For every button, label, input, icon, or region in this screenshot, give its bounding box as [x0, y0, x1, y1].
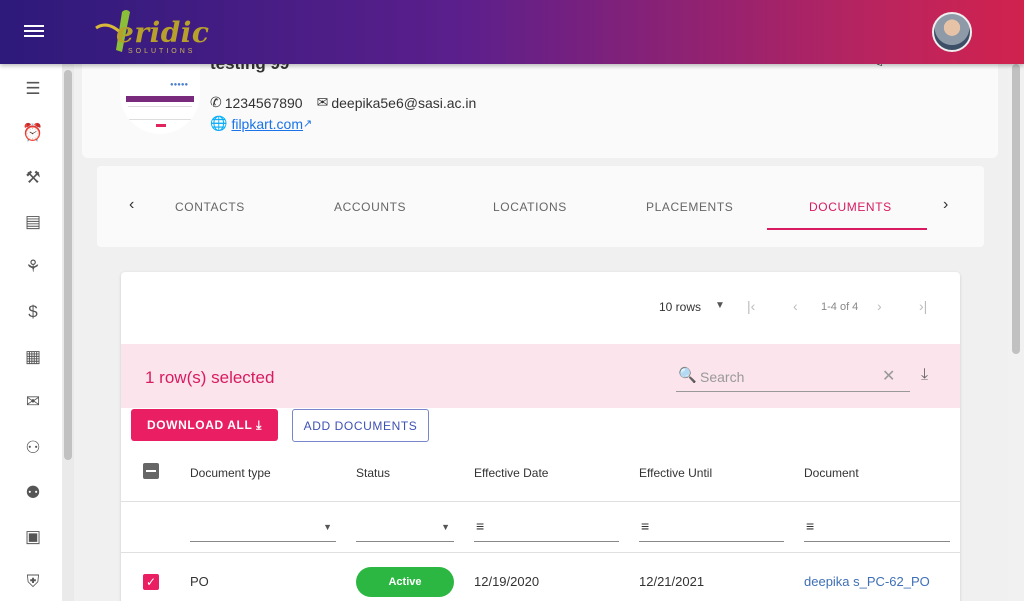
filter-icon: ≡: [476, 518, 485, 534]
sidebar-scrollbar[interactable]: [62, 64, 74, 601]
search-box: 🔍 ✕: [676, 364, 910, 392]
column-header-status[interactable]: Status: [356, 466, 390, 480]
page-scrollbar[interactable]: [1008, 64, 1024, 601]
profile-email: deepika5e6@sasi.ac.in: [331, 94, 477, 111]
tab-placements[interactable]: PLACEMENTS: [646, 200, 733, 214]
status-badge: Active: [356, 567, 454, 597]
hammer-icon[interactable]: ⚒: [22, 167, 44, 189]
search-icon: 🔍: [678, 367, 697, 384]
cell-effective-date: 12/19/2020: [474, 574, 540, 589]
dollar-icon[interactable]: $: [22, 301, 44, 323]
hamburger-menu-icon[interactable]: [22, 22, 46, 42]
selected-count: 1 row(s) selected: [145, 368, 275, 387]
filter-effective-until[interactable]: ≡: [639, 512, 784, 542]
tab-scroll-left-icon[interactable]: ‹: [129, 196, 134, 214]
download-all-button[interactable]: DOWNLOAD ALL ⤓: [131, 409, 278, 441]
tab-accounts[interactable]: ACCOUNTS: [334, 200, 406, 214]
rows-per-page-select[interactable]: 10 rows: [659, 300, 701, 314]
cell-document-type: PO: [190, 574, 209, 589]
gift-icon[interactable]: ⚘: [22, 256, 44, 278]
app-bar: eridic SOLUTIONS: [0, 0, 1024, 64]
tab-locations[interactable]: LOCATIONS: [493, 200, 567, 214]
sidebar: ☰ ⏰ ⚒ ▤ ⚘ $ ▦ ✉ ⚇ ⚉ ▣ ⛨: [0, 64, 62, 601]
list-icon[interactable]: ▤: [22, 211, 44, 233]
website-line: 🌐 filpkart.com ↗: [210, 115, 312, 132]
filter-status-select[interactable]: ▼: [356, 512, 454, 542]
globe-icon: 🌐: [210, 115, 228, 131]
download-icon: ⤓: [256, 417, 263, 432]
user-avatar[interactable]: [932, 12, 972, 52]
document-icon[interactable]: ▦: [22, 346, 44, 368]
page-scrollbar-thumb[interactable]: [1012, 64, 1020, 354]
add-user-icon[interactable]: ⚇: [22, 437, 44, 459]
column-header-document-type[interactable]: Document type: [190, 466, 271, 480]
logo-text: eridic: [116, 16, 210, 49]
previous-page-icon[interactable]: ‹: [793, 298, 798, 314]
profile-image: ●●●●●: [120, 62, 200, 134]
document-link[interactable]: deepika s_PC-62_PO: [804, 574, 930, 589]
row-checkbox[interactable]: ✓: [143, 574, 159, 590]
documents-table-card: 10 rows ▼ |‹ ‹ 1-4 of 4 › ›| 1 row(s) se…: [121, 272, 960, 601]
filter-icon: ≡: [806, 518, 815, 534]
website-link[interactable]: filpkart.com: [231, 116, 303, 132]
tab-scroll-right-icon[interactable]: ›: [943, 196, 948, 214]
veridic-logo[interactable]: eridic SOLUTIONS: [92, 6, 212, 60]
export-download-icon[interactable]: ⤓: [921, 366, 928, 384]
group-icon[interactable]: ⚉: [22, 482, 44, 504]
tabs-bar: ‹ CONTACTS ACCOUNTS LOCATIONS PLACEMENTS…: [97, 166, 984, 247]
tab-documents[interactable]: DOCUMENTS: [809, 200, 892, 214]
first-page-icon[interactable]: |‹: [747, 298, 755, 314]
checklist-icon[interactable]: ☰: [22, 78, 44, 100]
clear-search-icon[interactable]: ✕: [882, 366, 895, 386]
mail-icon: ✉: [316, 94, 329, 110]
briefcase-icon[interactable]: ▣: [22, 526, 44, 548]
filter-icon: ≡: [641, 518, 650, 534]
header-divider: [121, 501, 960, 502]
filter-document-type-select[interactable]: ▼: [190, 512, 336, 542]
profile-phone: 1234567890: [224, 94, 303, 111]
cell-effective-until: 12/21/2021: [639, 574, 705, 589]
chevron-down-icon: ▼: [441, 522, 450, 532]
filter-document[interactable]: ≡: [804, 512, 950, 542]
shield-icon[interactable]: ⛨: [22, 571, 44, 593]
logo-subtext: SOLUTIONS: [128, 48, 196, 55]
add-documents-button[interactable]: ADD DOCUMENTS: [292, 409, 429, 442]
sidebar-scrollbar-thumb[interactable]: [64, 70, 72, 460]
phone-icon: ✆: [210, 94, 222, 110]
pagination-bar: 10 rows ▼ |‹ ‹ 1-4 of 4 › ›|: [121, 272, 960, 344]
tab-contacts[interactable]: CONTACTS: [175, 200, 245, 214]
column-header-effective-until[interactable]: Effective Until: [639, 466, 712, 480]
next-page-icon[interactable]: ›: [877, 298, 882, 314]
filter-row-divider: [121, 552, 960, 553]
selection-toolbar: 1 row(s) selected 🔍 ✕ ⤓: [121, 344, 960, 408]
search-input[interactable]: [700, 366, 870, 388]
page-range: 1-4 of 4: [821, 301, 859, 313]
alarm-clock-icon[interactable]: ⏰: [22, 122, 44, 144]
column-header-effective-date[interactable]: Effective Date: [474, 466, 548, 480]
rows-dropdown-icon[interactable]: ▼: [715, 300, 725, 311]
download-all-label: DOWNLOAD ALL: [146, 417, 253, 432]
filter-effective-date[interactable]: ≡: [474, 512, 619, 542]
last-page-icon[interactable]: ›|: [919, 298, 927, 314]
contact-line: ✆ 1234567890 ✉ deepika5e6@sasi.ac.in: [210, 94, 476, 111]
external-link-icon[interactable]: ↗: [303, 117, 312, 130]
active-tab-indicator: [767, 228, 927, 230]
chat-icon[interactable]: ✉: [22, 391, 44, 413]
select-all-checkbox[interactable]: [143, 463, 159, 479]
column-header-document[interactable]: Document: [804, 466, 859, 480]
chevron-down-icon: ▼: [323, 522, 332, 532]
